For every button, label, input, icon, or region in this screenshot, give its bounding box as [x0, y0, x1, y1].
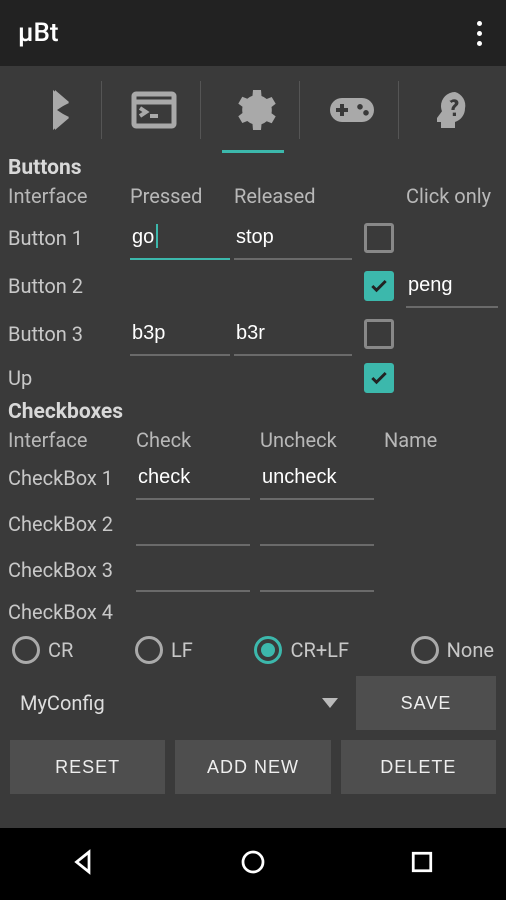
col-click-only: Click only: [406, 180, 498, 212]
button2-label: Button 2: [8, 268, 126, 304]
checkbox1-check-input[interactable]: [136, 456, 250, 500]
overflow-menu-button[interactable]: [471, 15, 488, 52]
button2-name-input[interactable]: [406, 264, 498, 308]
checkbox2-uncheck-input[interactable]: [260, 502, 374, 546]
col-released: Released: [234, 180, 352, 212]
check-icon: [369, 368, 389, 388]
button2-clickonly-checkbox[interactable]: [364, 271, 394, 301]
reset-button[interactable]: RESET: [10, 740, 165, 794]
bluetooth-icon: [31, 86, 79, 134]
button3-pressed-input[interactable]: [130, 312, 230, 356]
nav-home-button[interactable]: [238, 847, 268, 881]
button3-released-input[interactable]: [234, 312, 352, 356]
chk-col-uncheck: Uncheck: [260, 424, 384, 456]
col-interface: Interface: [8, 180, 126, 212]
radio-none-label: None: [447, 638, 494, 662]
android-nav-bar: [0, 828, 506, 900]
up-clickonly-checkbox[interactable]: [364, 363, 394, 393]
terminal-icon: [130, 86, 178, 134]
back-icon: [69, 847, 99, 877]
radio-crlf-label: CR+LF: [290, 638, 349, 662]
chevron-down-icon: [322, 698, 338, 708]
chk-col-check: Check: [136, 424, 260, 456]
chk-col-interface: Interface: [8, 424, 136, 456]
checkboxes-section-title: Checkboxes: [8, 400, 498, 424]
col-pressed: Pressed: [130, 180, 230, 212]
save-button[interactable]: SAVE: [356, 676, 496, 730]
checkbox1-label: CheckBox 1: [8, 460, 136, 496]
button3-clickonly-checkbox[interactable]: [364, 319, 394, 349]
buttons-section-title: Buttons: [8, 156, 498, 180]
config-spinner[interactable]: MyConfig: [10, 679, 348, 727]
tab-bar: [0, 66, 506, 154]
settings-content: Buttons Interface Pressed Released Click…: [0, 154, 506, 828]
radio-cr[interactable]: CR: [12, 636, 73, 664]
nav-back-button[interactable]: [69, 847, 99, 881]
delete-button[interactable]: DELETE: [341, 740, 496, 794]
config-spinner-value: MyConfig: [20, 691, 105, 715]
check-icon: [369, 276, 389, 296]
radio-crlf[interactable]: CR+LF: [254, 636, 349, 664]
tab-bluetooth[interactable]: [20, 67, 90, 153]
recent-icon: [407, 847, 437, 877]
checkbox3-check-input[interactable]: [136, 548, 250, 592]
button1-clickonly-checkbox[interactable]: [364, 223, 394, 253]
title-bar: µBt: [0, 0, 506, 66]
tab-help[interactable]: [416, 67, 486, 153]
button1-label: Button 1: [8, 220, 126, 256]
line-ending-radios: CR LF CR+LF None: [8, 630, 498, 676]
gamepad-icon: [328, 86, 376, 134]
chk-col-name: Name: [384, 424, 498, 456]
button1-released-input[interactable]: [234, 216, 352, 260]
button1-pressed-input[interactable]: [130, 216, 230, 260]
help-head-icon: [427, 86, 475, 134]
checkbox1-uncheck-input[interactable]: [260, 456, 374, 500]
radio-lf-label: LF: [171, 638, 193, 662]
checkbox4-label: CheckBox 4: [8, 594, 136, 630]
checkbox2-label: CheckBox 2: [8, 506, 136, 542]
checkbox3-uncheck-input[interactable]: [260, 548, 374, 592]
gear-icon: [229, 86, 277, 134]
checkbox2-check-input[interactable]: [136, 502, 250, 546]
radio-none[interactable]: None: [411, 636, 494, 664]
home-icon: [238, 847, 268, 877]
app-title: µBt: [18, 18, 59, 48]
nav-recent-button[interactable]: [407, 847, 437, 881]
radio-lf[interactable]: LF: [135, 636, 193, 664]
tab-settings[interactable]: [218, 67, 288, 153]
up-label: Up: [8, 360, 126, 396]
tab-terminal[interactable]: [119, 67, 189, 153]
radio-cr-label: CR: [48, 638, 73, 662]
button3-label: Button 3: [8, 316, 126, 352]
add-new-button[interactable]: ADD NEW: [175, 740, 330, 794]
tab-gamepad[interactable]: [317, 67, 387, 153]
checkbox3-label: CheckBox 3: [8, 552, 136, 588]
